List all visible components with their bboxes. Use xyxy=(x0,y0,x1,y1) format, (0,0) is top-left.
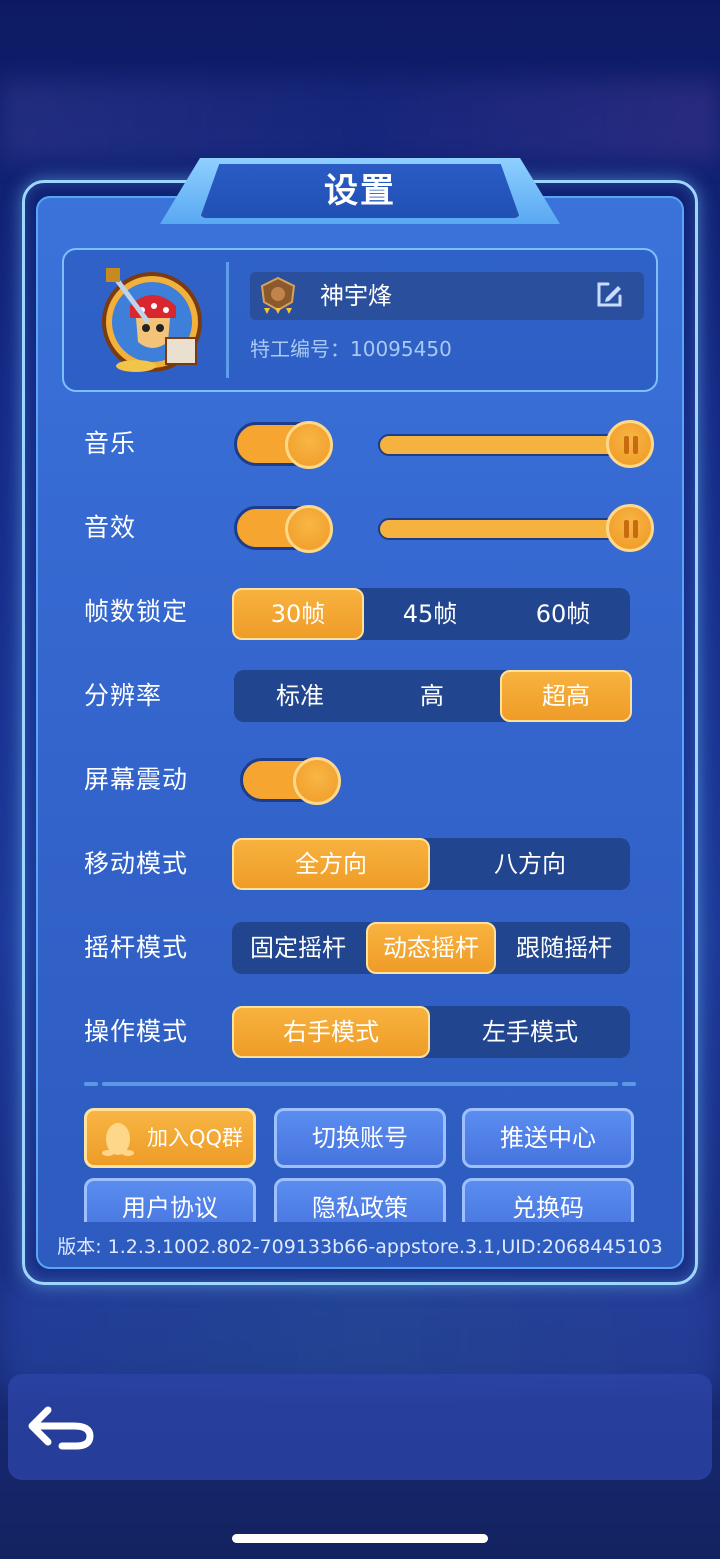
name-bar xyxy=(250,272,644,320)
move-mode-label: 移动模式 xyxy=(84,849,189,878)
sfx-label: 音效 xyxy=(84,513,137,542)
control-option-right[interactable]: 右手模式 xyxy=(232,1006,430,1058)
divider-left-cap xyxy=(84,1082,98,1086)
user-agreement-button[interactable]: 用户协议 xyxy=(84,1178,256,1222)
resolution-option-standard[interactable]: 标准 xyxy=(234,670,366,722)
grip-line xyxy=(624,436,629,454)
sfx-volume-slider[interactable] xyxy=(378,518,640,540)
control-mode-label: 操作模式 xyxy=(84,1017,189,1046)
resolution-option-high[interactable]: 高 xyxy=(366,670,498,722)
music-toggle[interactable] xyxy=(234,421,333,469)
push-center-button[interactable]: 推送中心 xyxy=(462,1108,634,1168)
resolution-label: 分辨率 xyxy=(84,681,163,710)
control-mode-segmented-control: 右手模式 左手模式 xyxy=(232,1006,630,1058)
edit-icon[interactable] xyxy=(594,280,624,310)
joystick-option-follow[interactable]: 跟随摇杆 xyxy=(498,922,630,974)
background-blur-top xyxy=(0,80,720,160)
move-option-omni[interactable]: 全方向 xyxy=(232,838,430,890)
avatar[interactable] xyxy=(96,262,208,378)
move-mode-segmented-control: 全方向 八方向 xyxy=(232,838,630,890)
back-arrow-icon[interactable] xyxy=(26,1404,96,1450)
home-indicator xyxy=(232,1534,488,1543)
resolution-option-ultra[interactable]: 超高 xyxy=(500,670,632,722)
divider-right-cap xyxy=(622,1082,636,1086)
screen-shake-label: 屏幕震动 xyxy=(84,765,189,794)
move-option-eight[interactable]: 八方向 xyxy=(430,838,630,890)
agent-id: 特工编号：10095450 xyxy=(250,337,452,361)
switch-account-button[interactable]: 切换账号 xyxy=(274,1108,446,1168)
page-title: 设置 xyxy=(324,171,396,211)
grip-line xyxy=(633,436,638,454)
rank-badge-icon xyxy=(260,276,296,314)
player-name: 神宇烽 xyxy=(320,282,392,310)
fps-option-45[interactable]: 45帧 xyxy=(364,588,496,640)
bottom-bar xyxy=(8,1374,712,1480)
joystick-mode-label: 摇杆模式 xyxy=(84,933,189,962)
fps-label: 帧数锁定 xyxy=(84,597,189,626)
music-label: 音乐 xyxy=(84,429,137,458)
music-volume-handle[interactable] xyxy=(606,420,654,468)
fps-option-60[interactable]: 60帧 xyxy=(496,588,630,640)
fps-segmented-control: 30帧 45帧 60帧 xyxy=(232,588,630,640)
screen-shake-toggle[interactable] xyxy=(240,757,341,805)
joystick-mode-segmented-control: 固定摇杆 动态摇杆 跟随摇杆 xyxy=(232,922,630,974)
toggle-knob xyxy=(285,421,333,469)
profile-divider xyxy=(226,262,229,378)
button-grid: 加入QQ群 切换账号 推送中心 用户协议 隐私政策 兑换码 xyxy=(40,1100,680,1222)
toggle-knob xyxy=(285,505,333,553)
fps-option-30[interactable]: 30帧 xyxy=(232,588,364,640)
joystick-option-fixed[interactable]: 固定摇杆 xyxy=(232,922,364,974)
sfx-toggle[interactable] xyxy=(234,505,333,553)
redeem-code-button[interactable]: 兑换码 xyxy=(462,1178,634,1222)
section-divider xyxy=(102,1082,618,1086)
version-info: 版本: 1.2.3.1002.802-709133b66-appstore.3.… xyxy=(57,1236,663,1258)
music-volume-slider[interactable] xyxy=(378,434,640,456)
grip-line xyxy=(624,520,629,538)
join-qq-label: 加入QQ群 xyxy=(146,1126,244,1150)
grip-line xyxy=(633,520,638,538)
sfx-volume-handle[interactable] xyxy=(606,504,654,552)
qq-penguin-icon xyxy=(102,1123,134,1156)
toggle-knob xyxy=(293,757,341,805)
control-option-left[interactable]: 左手模式 xyxy=(430,1006,630,1058)
joystick-option-dynamic[interactable]: 动态摇杆 xyxy=(366,922,496,974)
join-qq-button[interactable]: 加入QQ群 xyxy=(84,1108,256,1168)
privacy-policy-button[interactable]: 隐私政策 xyxy=(274,1178,446,1222)
resolution-segmented-control: 标准 高 超高 xyxy=(234,670,632,722)
